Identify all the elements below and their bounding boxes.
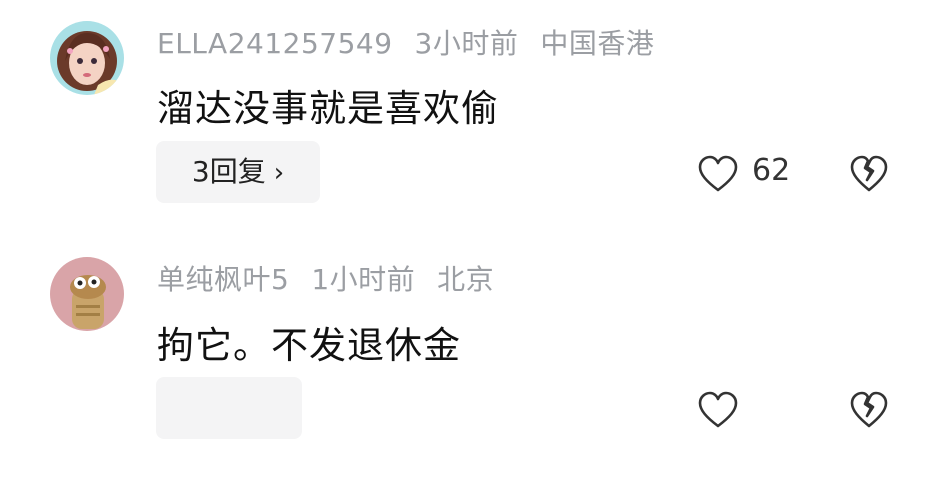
comment-location: 中国香港 <box>540 27 655 60</box>
heart-outline-icon[interactable] <box>696 390 740 430</box>
heart-outline-icon[interactable] <box>696 154 740 194</box>
username[interactable]: 单纯枫叶5 <box>157 263 289 296</box>
comment-meta: 单纯枫叶5 1小时前 北京 <box>157 258 516 298</box>
comment-text: 溜达没事就是喜欢偷 <box>157 87 499 130</box>
comment-meta: ELLA241257549 3小时前 中国香港 <box>157 22 676 62</box>
comment-item: ELLA241257549 3小时前 中国香港 溜达没事就是喜欢偷 3回复 › 62 <box>0 0 946 240</box>
chevron-right-icon: › <box>273 158 285 188</box>
comment-item: 单纯枫叶5 1小时前 北京 拘它。不发退休金 <box>0 240 946 478</box>
comment-time: 3小时前 <box>414 27 519 60</box>
reply-count-label: 3回复 <box>191 155 266 188</box>
comment-location: 北京 <box>437 263 495 296</box>
username[interactable]: ELLA241257549 <box>157 27 393 60</box>
avatar[interactable] <box>50 21 124 95</box>
avatar[interactable] <box>50 257 124 331</box>
comment-time: 1小时前 <box>311 263 416 296</box>
broken-heart-icon[interactable] <box>848 154 890 194</box>
broken-heart-icon[interactable] <box>848 390 890 430</box>
comment-text: 拘它。不发退休金 <box>157 324 461 367</box>
like-count: 62 <box>752 153 791 188</box>
reply-placeholder <box>156 377 302 439</box>
view-replies-button[interactable]: 3回复 › <box>156 141 320 203</box>
